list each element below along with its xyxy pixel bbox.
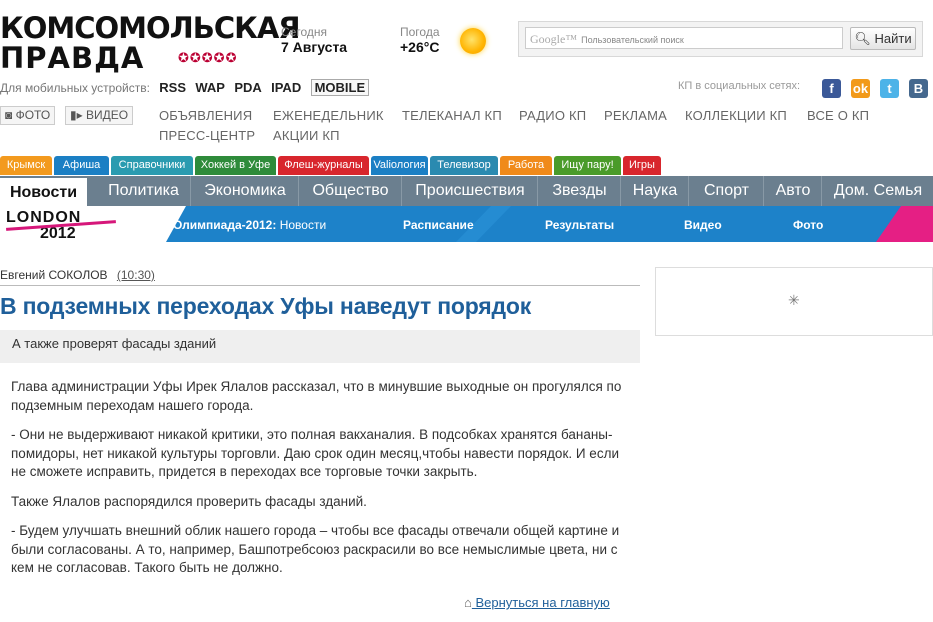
sun-icon xyxy=(460,28,486,54)
section-link-advert[interactable]: РЕКЛАМА xyxy=(604,108,667,123)
olympics-schedule-link[interactable]: Расписание xyxy=(403,218,474,232)
color-tab[interactable]: Хоккей в Уфе xyxy=(195,156,276,175)
social-label: КП в социальных сетях: xyxy=(678,80,801,92)
olympics-title[interactable]: Олимпиада-2012: Новости xyxy=(173,218,326,232)
color-tab[interactable]: Ищу пару! xyxy=(554,156,621,175)
olympics-strip: LONDON 2012 Олимпиада-2012: Новости Расп… xyxy=(0,206,933,248)
mobile-link-wap[interactable]: WAP xyxy=(195,80,225,95)
photo-button[interactable]: ◙ ФОТО xyxy=(0,106,56,125)
section-link-press[interactable]: ПРЕСС-ЦЕНТР xyxy=(159,128,255,143)
google-label: Google™ xyxy=(530,32,578,46)
section-link-radio[interactable]: РАДИО КП xyxy=(519,108,586,123)
site-logo[interactable]: КОМСОМОЛЬСКАЯ ПРАВДА ✪✪✪✪✪ xyxy=(0,14,301,75)
mobile-link-rss[interactable]: RSS xyxy=(159,80,186,95)
mobile-link-ipad[interactable]: IPAD xyxy=(271,80,301,95)
weather-temp: +26°C xyxy=(400,39,440,55)
nav-stars[interactable]: Звезды xyxy=(537,176,621,206)
nav-home-family[interactable]: Дом. Семья xyxy=(821,176,933,206)
section-link-actions[interactable]: АКЦИИ КП xyxy=(273,128,340,143)
logo-line-1: КОМСОМОЛЬСКАЯ xyxy=(0,11,301,45)
nav-incidents[interactable]: Происшествия xyxy=(401,176,538,206)
nav-sport[interactable]: Спорт xyxy=(688,176,764,206)
video-label: ВИДЕО xyxy=(85,108,129,122)
london-2012-logo[interactable]: LONDON 2012 xyxy=(6,209,116,249)
camera-icon: ◙ xyxy=(5,108,13,122)
video-button[interactable]: ▮▸ ВИДЕО xyxy=(65,106,134,125)
orders-emblem-icon: ✪✪✪✪✪ xyxy=(178,50,238,65)
article-paragraph: - Будем улучшать внешний облик нашего го… xyxy=(11,523,620,575)
photo-label: ФОТО xyxy=(15,108,51,122)
color-tab[interactable]: Справочники xyxy=(111,156,193,175)
search-button[interactable]: 🔍︎ Найти xyxy=(850,27,916,50)
search-input[interactable]: Google™ Пользовательский поиск xyxy=(525,27,843,49)
home-icon: ⌂ xyxy=(464,595,472,610)
color-tab[interactable]: Афиша xyxy=(54,156,109,175)
nav-politics[interactable]: Политика xyxy=(97,176,190,206)
color-tab[interactable]: Игры xyxy=(623,156,661,175)
olympics-results-link[interactable]: Результаты xyxy=(545,218,614,232)
nav-economy[interactable]: Экономика xyxy=(190,176,299,206)
back-to-home-label: Вернуться на главную xyxy=(475,595,610,610)
search-box: Google™ Пользовательский поиск 🔍︎ Найти xyxy=(518,21,923,57)
color-tab[interactable]: Телевизор xyxy=(430,156,498,175)
vkontakte-icon[interactable]: B xyxy=(909,79,928,98)
author-name[interactable]: Евгений СОКОЛОВ xyxy=(0,268,108,282)
olympics-news-link[interactable]: Новости xyxy=(280,218,326,232)
weather-label: Погода xyxy=(400,25,440,39)
video-icon: ▮▸ xyxy=(70,108,83,122)
ad-placeholder: ✳ xyxy=(655,267,933,336)
byline-divider xyxy=(0,285,640,286)
today-block: Сегодня 7 Августа xyxy=(281,25,348,56)
main-nav: Политика Экономика Общество Происшествия… xyxy=(0,176,933,206)
nav-society[interactable]: Общество xyxy=(298,176,402,206)
section-link-about[interactable]: ВСЕ О КП xyxy=(807,108,869,123)
nav-auto[interactable]: Авто xyxy=(763,176,822,206)
article-title: В подземных переходах Уфы наведут порядо… xyxy=(0,293,532,319)
search-button-label: Найти xyxy=(874,31,912,46)
nav-news-active[interactable]: Новости xyxy=(0,178,87,208)
olympics-photo-link[interactable]: Фото xyxy=(793,218,823,232)
today-date: 7 Августа xyxy=(281,39,348,55)
mobile-link-pda[interactable]: PDA xyxy=(234,80,261,95)
section-link-weekly[interactable]: ЕЖЕНЕДЕЛЬНИК xyxy=(273,108,384,123)
color-tab[interactable]: Valiология xyxy=(371,156,428,175)
odnoklassniki-icon[interactable]: ok xyxy=(851,79,870,98)
olympics-video-link[interactable]: Видео xyxy=(684,218,722,232)
search-placeholder: Пользовательский поиск xyxy=(581,35,684,45)
article-time[interactable]: (10:30) xyxy=(117,268,155,282)
color-tab[interactable]: Работа xyxy=(500,156,552,175)
twitter-icon[interactable]: t xyxy=(880,79,899,98)
article-paragraph: - Они не выдерживают никакой критики, эт… xyxy=(11,427,619,479)
loading-spinner-icon: ✳ xyxy=(788,292,800,308)
mobile-links-row: Для мобильных устройств: RSS WAP PDA IPA… xyxy=(0,79,375,96)
mobile-link-mobile[interactable]: MOBILE xyxy=(310,79,370,96)
weather-block: Погода +26°C xyxy=(400,25,440,56)
article-paragraph: Глава администрации Уфы Ирек Ялалов расс… xyxy=(11,379,622,413)
section-link-tv[interactable]: ТЕЛЕКАНАЛ КП xyxy=(402,108,502,123)
today-label: Сегодня xyxy=(281,25,327,39)
article-paragraph: Также Ялалов распорядился проверить фаса… xyxy=(11,493,367,509)
color-tab[interactable]: Крымск xyxy=(0,156,52,175)
mobile-label: Для мобильных устройств: xyxy=(0,81,150,95)
nav-science[interactable]: Наука xyxy=(620,176,689,206)
logo-line-2: ПРАВДА xyxy=(0,41,145,75)
color-tab[interactable]: Флеш-журналы xyxy=(278,156,369,175)
back-to-home-link[interactable]: ⌂ Вернуться на главную xyxy=(464,595,610,610)
article-body: Глава администрации Уфы Ирек Ялалов расс… xyxy=(11,378,636,589)
olympics-title-label: Олимпиада-2012: xyxy=(173,218,277,232)
article-lead: А также проверят фасады зданий xyxy=(0,330,640,363)
facebook-icon[interactable]: f xyxy=(822,79,841,98)
search-icon: 🔍︎ xyxy=(854,31,871,46)
article-byline: Евгений СОКОЛОВ (10:30) xyxy=(0,268,155,282)
section-link-ads[interactable]: ОБЪЯВЛЕНИЯ xyxy=(159,108,252,123)
section-link-collections[interactable]: КОЛЛЕКЦИИ КП xyxy=(685,108,787,123)
